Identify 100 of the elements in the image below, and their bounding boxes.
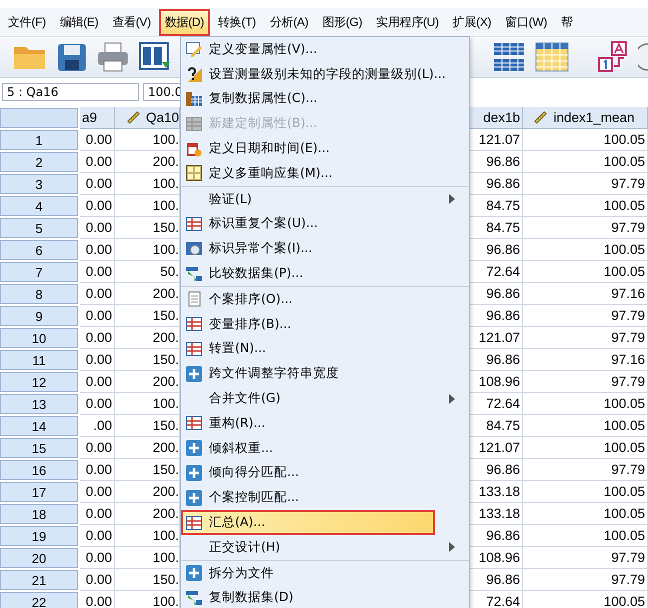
menu-item[interactable]: 转置(N)... bbox=[181, 336, 469, 362]
menu-item[interactable]: 图形(G) bbox=[316, 8, 368, 36]
column-title: Qa10 bbox=[146, 109, 179, 127]
menu-item[interactable]: 定义多重响应集(M)... bbox=[181, 160, 469, 186]
column-header[interactable]: dex1b bbox=[470, 107, 523, 129]
column-header[interactable]: a9 bbox=[80, 107, 115, 129]
menu-item[interactable]: 分析(A) bbox=[264, 8, 314, 36]
table-icon bbox=[186, 340, 202, 357]
menu-item[interactable]: 倾向得分匹配... bbox=[181, 460, 469, 486]
row-number[interactable]: 21 bbox=[0, 570, 78, 590]
table-cell: 100.05 bbox=[523, 393, 648, 415]
menu-item[interactable]: 合并文件(G) bbox=[181, 386, 469, 411]
menu-item[interactable]: 复制数据属性(C)... bbox=[181, 86, 469, 112]
question-icon bbox=[186, 66, 202, 82]
menu-item[interactable]: 实用程序(U) bbox=[370, 8, 445, 36]
table-icon bbox=[186, 116, 202, 132]
menu-item[interactable]: 验证(L) bbox=[181, 186, 469, 212]
table-cell: 0.00 bbox=[80, 173, 115, 195]
submenu-arrow-icon bbox=[449, 194, 455, 204]
menu-item[interactable]: 比较数据集(P)... bbox=[181, 261, 469, 286]
row-number[interactable]: 15 bbox=[0, 438, 78, 458]
table-cell: 97.79 bbox=[523, 217, 648, 239]
table-cell: 100.05 bbox=[523, 525, 648, 547]
column-header[interactable]: index1_mean bbox=[523, 107, 648, 129]
menu-item[interactable]: 跨文件调整字符串宽度 bbox=[181, 361, 469, 386]
table-cell: 100.05 bbox=[523, 239, 648, 261]
row-number[interactable]: 8 bbox=[0, 284, 78, 304]
menu-item[interactable]: 转换(T) bbox=[212, 8, 262, 36]
menu-item[interactable]: 重构(R)... bbox=[181, 410, 469, 436]
row-number[interactable]: 6 bbox=[0, 240, 78, 260]
table-cell: 0.00 bbox=[80, 525, 115, 547]
row-number[interactable]: 13 bbox=[0, 394, 78, 414]
row-number[interactable]: 2 bbox=[0, 152, 78, 172]
column-title: index1_mean bbox=[553, 109, 635, 127]
table-cell: 0.00 bbox=[80, 151, 115, 173]
table-cell: 97.16 bbox=[523, 283, 648, 305]
arrow-icon bbox=[186, 266, 202, 282]
menu-item[interactable]: 拆分为文件 bbox=[181, 560, 469, 586]
row-number[interactable]: 17 bbox=[0, 482, 78, 502]
cell-reference-field[interactable]: 5 : Qa16 bbox=[2, 83, 139, 101]
row-number[interactable]: 19 bbox=[0, 526, 78, 546]
row-number[interactable]: 1 bbox=[0, 130, 78, 150]
menu-item[interactable]: 定义日期和时间(E)... bbox=[181, 136, 469, 161]
magnify-icon bbox=[186, 240, 202, 257]
row-number[interactable]: 11 bbox=[0, 350, 78, 370]
table-cell: 0.00 bbox=[80, 569, 115, 591]
menu-item[interactable]: 设置测量级别未知的字段的测量级别(L)... bbox=[181, 62, 469, 87]
menu-item[interactable]: 正交设计(H) bbox=[181, 534, 469, 560]
plus-icon bbox=[186, 366, 202, 382]
table-cell: 97.79 bbox=[523, 569, 648, 591]
menu-item[interactable]: 帮 bbox=[555, 8, 579, 36]
row-number[interactable]: 10 bbox=[0, 328, 78, 348]
table-icon bbox=[186, 415, 202, 432]
menu-item[interactable]: 个案排序(O)... bbox=[181, 286, 469, 312]
row-number[interactable]: 9 bbox=[0, 306, 78, 326]
table-icon bbox=[186, 514, 202, 531]
row-number[interactable]: 20 bbox=[0, 548, 78, 568]
row-number[interactable]: 7 bbox=[0, 262, 78, 282]
row-number[interactable]: 3 bbox=[0, 174, 78, 194]
grid-icon[interactable] bbox=[492, 40, 526, 74]
row-number[interactable]: 14 bbox=[0, 416, 78, 436]
table-cell: 0.00 bbox=[80, 129, 115, 151]
table-icon bbox=[186, 316, 202, 332]
menu-item[interactable]: 编辑(E) bbox=[54, 8, 104, 36]
row-number[interactable]: 18 bbox=[0, 504, 78, 524]
table-cell: 0.00 bbox=[80, 239, 115, 261]
table-cell: 0.00 bbox=[80, 591, 115, 608]
table-cell: 0.00 bbox=[80, 283, 115, 305]
row-number[interactable]: 4 bbox=[0, 196, 78, 216]
submenu-arrow-icon bbox=[449, 542, 455, 552]
menu-item[interactable]: 变量排序(B)... bbox=[181, 312, 469, 337]
menu-item[interactable]: 复制数据集(D) bbox=[181, 586, 469, 608]
menu-item[interactable]: 文件(F) bbox=[2, 8, 52, 36]
table-cell: 0.00 bbox=[80, 349, 115, 371]
menu-item[interactable]: 扩展(X) bbox=[446, 8, 498, 36]
row-number[interactable]: 12 bbox=[0, 372, 78, 392]
menu-item[interactable]: 数据(D) bbox=[158, 8, 210, 36]
menu-item[interactable]: 汇总(A)... bbox=[181, 510, 435, 535]
row-number[interactable]: 16 bbox=[0, 460, 78, 480]
table-cell: 97.16 bbox=[523, 349, 648, 371]
menu-item[interactable]: 查看(V) bbox=[106, 8, 157, 36]
plus-icon bbox=[186, 490, 202, 506]
table-cell: 97.79 bbox=[523, 173, 648, 195]
table-cell: 0.00 bbox=[80, 327, 115, 349]
save-icon[interactable] bbox=[56, 41, 88, 73]
menu-item[interactable]: 个案控制匹配... bbox=[181, 485, 469, 510]
row-number[interactable]: 5 bbox=[0, 218, 78, 238]
table-cell: 100.05 bbox=[523, 415, 648, 437]
menu-item[interactable]: 标识重复个案(U)... bbox=[181, 212, 469, 236]
table-cell: 100.05 bbox=[523, 129, 648, 151]
column-header[interactable]: Qa10 bbox=[115, 107, 180, 129]
pencil-icon bbox=[186, 41, 202, 58]
row-number[interactable]: 22 bbox=[0, 592, 78, 608]
table-cell: 0.00 bbox=[80, 503, 115, 525]
print-icon[interactable] bbox=[96, 41, 130, 73]
menu-item[interactable]: 倾斜权重... bbox=[181, 436, 469, 461]
menu-item[interactable]: 标识异常个案(I)... bbox=[181, 236, 469, 262]
table-cell: 0.00 bbox=[80, 305, 115, 327]
grid-icon[interactable] bbox=[534, 40, 570, 74]
menu-item[interactable]: 窗口(W) bbox=[499, 8, 554, 36]
